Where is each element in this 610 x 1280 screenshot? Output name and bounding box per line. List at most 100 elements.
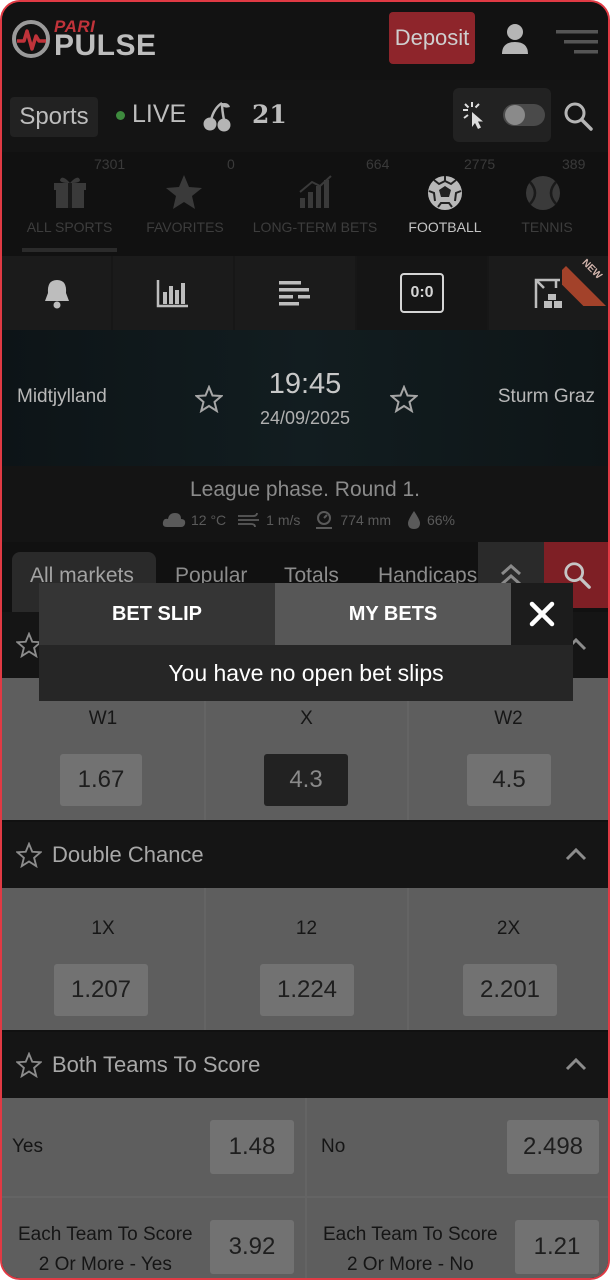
weather-row: 12 °C 1 m/s 774 mm 66%	[162, 508, 455, 532]
odd-button[interactable]: 1.67	[60, 754, 142, 806]
new-badge: NEW	[562, 256, 608, 306]
scoreboard-tool[interactable]: 0:0	[357, 256, 487, 330]
category-count: 2775	[464, 156, 496, 172]
match-date: 24/09/2025	[259, 408, 351, 428]
my-bets-tab[interactable]: MY BETS	[275, 583, 511, 645]
odd-button[interactable]: 3.92	[210, 1220, 294, 1274]
double-chance-header[interactable]: Double Chance	[2, 822, 608, 888]
chevron-up-icon[interactable]	[565, 1057, 587, 1071]
double-chance-grid: 1X 1.207 12 1.224 2X 2.201	[2, 888, 608, 1030]
away-team-name: Sturm Graz	[497, 386, 595, 407]
wind-value: 1 m/s	[266, 512, 301, 528]
new-badge-text: NEW	[579, 257, 604, 282]
temperature-value: 12 °C	[191, 512, 227, 528]
crane-blocks-icon	[534, 278, 562, 308]
humidity-drop-icon	[407, 511, 420, 529]
deposit-button[interactable]: Deposit	[389, 12, 475, 64]
outcome-row-yes[interactable]: Yes 1.48	[2, 1098, 305, 1196]
sports-tab[interactable]: Sports	[10, 97, 98, 137]
odd-button[interactable]: 2.498	[507, 1120, 599, 1174]
tap-click-icon[interactable]	[460, 100, 488, 130]
odd-button[interactable]: 2.201	[463, 964, 557, 1016]
pressure-value: 774 mm	[340, 512, 391, 528]
favorite-away-star-icon[interactable]	[390, 385, 418, 413]
market-title: Double Chance	[52, 842, 204, 867]
active-category-underline	[22, 248, 117, 252]
btts-grid: Yes 1.48 No 2.498 Each Team To Score 2 O…	[2, 1098, 608, 1278]
league-name: League phase. Round 1.	[189, 478, 421, 501]
user-icon[interactable]	[500, 22, 530, 56]
outcome-row-each-team-no[interactable]: Each Team To Score 2 Or More - No 1.21	[307, 1198, 608, 1278]
outcome-label: Yes	[12, 1136, 43, 1157]
category-count: 0	[227, 156, 235, 172]
market-title: Both Teams To Score	[52, 1052, 261, 1077]
quick-bet-toggle[interactable]	[502, 102, 546, 128]
bar-stats-icon	[156, 280, 188, 308]
odd-button[interactable]: 1.48	[210, 1120, 294, 1174]
humidity-value: 66%	[426, 512, 456, 528]
category-label: FOOTBALL	[408, 219, 482, 235]
growth-chart-icon	[299, 175, 332, 208]
match-time: 19:45	[268, 368, 342, 400]
scoreboard-icon: 0:0	[400, 273, 444, 313]
outcome-label: 2X	[496, 918, 521, 939]
timeline-tool[interactable]	[235, 256, 355, 330]
pressure-icon	[316, 511, 333, 529]
odd-button-selected[interactable]: 4.3	[264, 754, 348, 806]
bell-icon	[44, 280, 69, 309]
btts-header[interactable]: Both Teams To Score	[2, 1032, 608, 1098]
logo-icon	[12, 20, 50, 58]
outcome-label: No	[321, 1136, 346, 1157]
outcome-label: W2	[494, 708, 523, 729]
outcome-cell-12: 12 1.224	[206, 888, 407, 1030]
bet-slip-empty-message: You have no open bet slips	[39, 645, 573, 701]
notification-tool[interactable]	[2, 256, 111, 330]
category-count: 7301	[94, 156, 126, 172]
outcome-label: W1	[88, 708, 118, 729]
outcome-label-line2: 2 Or More - Yes	[38, 1254, 172, 1275]
category-label: ALL SPORTS	[26, 219, 113, 235]
outcome-label-line1: Each Team To Score	[18, 1224, 193, 1245]
odd-button[interactable]: 1.21	[515, 1220, 599, 1274]
live-indicator-dot	[116, 111, 125, 120]
gift-icon	[54, 177, 86, 208]
outcome-label: Each Team To Score 2 Or More - Yes	[18, 1220, 193, 1278]
odd-button[interactable]: 4.5	[467, 754, 551, 806]
twenty-one-games-tab[interactable]: 21	[252, 100, 287, 129]
outcome-row-no[interactable]: No 2.498	[307, 1098, 608, 1196]
close-popup-button[interactable]	[511, 583, 573, 645]
category-label: FAVORITES	[146, 219, 224, 235]
search-icon[interactable]	[562, 100, 594, 132]
list-lines-icon	[279, 281, 310, 306]
category-label: LONG-TERM BETS	[252, 219, 378, 235]
star-icon	[166, 175, 202, 209]
live-tab[interactable]: LIVE	[132, 100, 186, 129]
statistics-tool[interactable]	[113, 256, 233, 330]
favorite-home-star-icon[interactable]	[195, 385, 223, 413]
category-label: TENNIS	[521, 219, 573, 235]
home-team-name: Midtjylland	[17, 386, 107, 407]
tennis-ball-icon	[526, 176, 560, 210]
logo-pulse-text: PULSE	[54, 29, 157, 62]
favorite-market-star-icon[interactable]	[16, 1052, 42, 1078]
football-icon	[428, 176, 462, 210]
bet-slip-tab[interactable]: BET SLIP	[39, 583, 275, 645]
outcome-label-line1: Each Team To Score	[323, 1224, 498, 1245]
close-icon	[529, 601, 555, 627]
outcome-label: 1X	[91, 918, 115, 939]
odd-button[interactable]: 1.207	[54, 964, 148, 1016]
app-frame: PARI PULSE Deposit Sports LIVE 21 7301 A…	[0, 0, 610, 1280]
outcome-label: Each Team To Score 2 Or More - No	[323, 1220, 498, 1278]
category-count: 664	[366, 156, 390, 172]
outcome-row-each-team-yes[interactable]: Each Team To Score 2 Or More - Yes 3.92	[2, 1198, 305, 1278]
outcome-label: 12	[295, 918, 318, 939]
favorite-market-star-icon[interactable]	[16, 842, 42, 868]
cloud-icon	[162, 513, 186, 527]
outcome-cell-1x: 1X 1.207	[2, 888, 204, 1030]
chevron-up-icon[interactable]	[565, 847, 587, 861]
wind-icon	[238, 512, 260, 528]
odd-button[interactable]: 1.224	[260, 964, 354, 1016]
menu-icon[interactable]	[556, 28, 598, 56]
slots-cherry-icon[interactable]	[202, 100, 232, 132]
category-count: 389	[562, 156, 586, 172]
